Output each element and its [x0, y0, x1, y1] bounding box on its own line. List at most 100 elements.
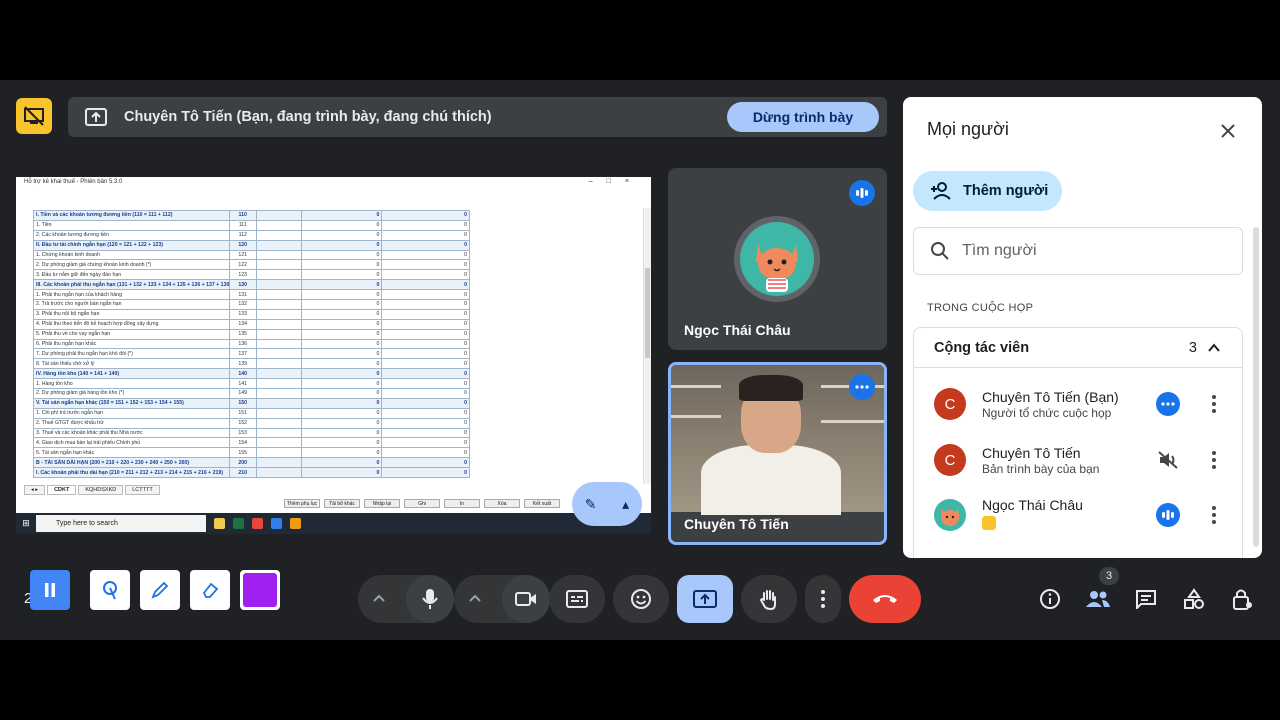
sheet-cell-empty[interactable] [255, 437, 302, 449]
close-icon[interactable] [1216, 119, 1240, 143]
sheet-row[interactable]: I. Các khoản phải thu dài hạn (210 = 211… [33, 467, 470, 479]
sheet-cell-label[interactable]: 5. Phải thu về cho vay ngắn hạn [33, 328, 230, 340]
sheet-cell-v1[interactable]: 0 [300, 239, 383, 251]
sheet-cell-empty[interactable] [255, 447, 302, 459]
sheet-cell-v1[interactable]: 0 [300, 447, 383, 459]
sheet-row[interactable]: 3. Thuế và các khoản khác phải thu Nhà n… [33, 427, 470, 439]
sheet-cell-v1[interactable]: 0 [300, 388, 383, 399]
sheet-cell-empty[interactable] [255, 467, 302, 479]
sheet-cell-v1[interactable]: 0 [300, 318, 383, 330]
sheet-cell-v1[interactable]: 0 [300, 358, 383, 370]
chevron-up-icon[interactable] [372, 592, 386, 606]
sheet-cell-empty[interactable] [255, 229, 302, 241]
sheet-cell-v1[interactable]: 0 [300, 229, 383, 241]
sheet-cell-label[interactable]: 2. Dự phòng giảm giá chứng khoán kinh do… [33, 259, 230, 271]
sheet-cell-v1[interactable]: 0 [300, 289, 383, 301]
sheet-cell-label[interactable]: IV. Hàng tồn kho (140 = 141 + 149) [33, 368, 230, 380]
sheet-cell-empty[interactable] [255, 299, 302, 310]
sheet-cell-label[interactable]: 6. Phải thu ngắn hạn khác [33, 338, 230, 350]
sheet-row[interactable]: 2. Các khoản tương đương tiền 112 0 0 [33, 229, 470, 241]
chrome-app-icon[interactable] [252, 518, 263, 529]
form-button[interactable]: Nhập lại [364, 499, 400, 508]
sheet-tab[interactable]: LCTTTT [125, 485, 160, 495]
sheet-row[interactable]: 1. Chi phí trả trước ngắn hạn 151 0 0 [33, 407, 470, 419]
sheet-cell-label[interactable]: 4. Giao dịch mua bán lại trái phiếu Chín… [33, 437, 230, 449]
sheet-cell-empty[interactable] [255, 358, 302, 370]
annotation-toggle[interactable]: ✎ ▴ [572, 482, 642, 526]
sheet-cell-code[interactable]: 131 [228, 289, 257, 301]
member-row[interactable]: C Chuyên Tô Tiến (Bạn) Người tổ chức cuộ… [914, 379, 1244, 429]
sheet-row[interactable]: 1. Phải thu ngắn hạn của khách hàng 131 0 0 [33, 289, 470, 301]
sheet-row[interactable]: 2. Trả trước cho người bán ngắn hạn 132 0 0 [33, 299, 470, 310]
sheet-cell-code[interactable]: 149 [228, 388, 257, 399]
sheet-cell-empty[interactable] [255, 308, 302, 320]
sheet-cell-code[interactable]: 112 [228, 229, 257, 241]
windows-start-icon[interactable]: ⊞ [16, 518, 36, 529]
chevron-up-icon[interactable] [468, 592, 482, 606]
sheet-cell-code[interactable]: 123 [228, 269, 257, 281]
microphone-button[interactable] [406, 575, 454, 623]
sheet-cell-code[interactable]: 135 [228, 328, 257, 340]
sheet-row[interactable]: II. Đầu tư tài chính ngắn hạn (120 = 121… [33, 239, 470, 251]
color-picker-button[interactable] [240, 570, 280, 610]
sheet-cell-v2[interactable]: 0 [381, 279, 470, 291]
sheet-cell-v2[interactable]: 0 [381, 437, 470, 449]
sheet-cell-label[interactable]: 2. Dự phòng giảm giá hàng tồn kho (*) [33, 388, 230, 399]
host-controls-button[interactable] [1228, 585, 1256, 613]
sheet-cell-v2[interactable]: 0 [381, 299, 470, 310]
sheet-cell-v2[interactable]: 0 [381, 229, 470, 241]
sheet-cell-code[interactable]: 140 [228, 368, 257, 380]
sheet-cell-label[interactable]: II. Đầu tư tài chính ngắn hạn (120 = 121… [33, 239, 230, 251]
participant-tile[interactable]: Ngọc Thái Châu [668, 168, 887, 350]
excel-app-icon[interactable] [233, 518, 244, 529]
sheet-cell-empty[interactable] [255, 378, 302, 390]
sheet-cell-empty[interactable] [255, 269, 302, 281]
people-search[interactable] [913, 227, 1243, 275]
sheet-cell-v2[interactable]: 0 [381, 219, 470, 231]
sheet-cell-v1[interactable]: 0 [300, 259, 383, 271]
sheet-row[interactable]: V. Tài sản ngắn hạn khác (150 = 151 + 15… [33, 397, 470, 409]
sheet-cell-empty[interactable] [255, 289, 302, 301]
sheet-row[interactable]: 2. Thuế GTGT được khấu trừ 152 0 0 [33, 417, 470, 429]
sheet-row[interactable]: 2. Dự phòng giảm giá chứng khoán kinh do… [33, 259, 470, 271]
tax-app-icon[interactable] [290, 518, 301, 529]
sheet-cell-label[interactable]: V. Tài sản ngắn hạn khác (150 = 151 + 15… [33, 397, 230, 409]
sheet-cell-label[interactable]: 1. Tiền [33, 219, 230, 231]
sheet-cell-label[interactable]: B - TÀI SẢN DÀI HẠN (200 = 210 + 220 + 2… [33, 457, 230, 469]
sheet-cell-code[interactable]: 133 [228, 308, 257, 320]
sheet-cell-empty[interactable] [255, 318, 302, 330]
sheet-row[interactable]: 5. Phải thu về cho vay ngắn hạn 135 0 0 [33, 328, 470, 340]
sheet-cell-empty[interactable] [255, 417, 302, 429]
sheet-cell-v2[interactable]: 0 [381, 407, 470, 419]
sheet-nav-arrows-icon[interactable]: ◂ ▸ [24, 485, 46, 495]
sheet-cell-code[interactable]: 210 [228, 467, 257, 479]
sheet-cell-code[interactable]: 154 [228, 437, 257, 449]
sheet-cell-empty[interactable] [255, 259, 302, 271]
sheet-cell-v1[interactable]: 0 [300, 378, 383, 390]
sheet-row[interactable]: III. Các khoản phải thu ngắn hạn (131 + … [33, 279, 470, 291]
form-button[interactable]: Tải bổ khác [324, 499, 360, 508]
sheet-scroll-thumb[interactable] [645, 268, 650, 358]
sheet-cell-code[interactable]: 134 [228, 318, 257, 330]
laser-pointer-button[interactable] [90, 570, 130, 610]
sheet-cell-v2[interactable]: 0 [381, 210, 470, 221]
sheet-cell-empty[interactable] [255, 219, 302, 231]
participant-tile-self[interactable]: Chuyên Tô Tiến [668, 362, 887, 545]
sheet-cell-v2[interactable]: 0 [381, 308, 470, 320]
sheet-cell-empty[interactable] [255, 328, 302, 340]
present-screen-button[interactable] [677, 575, 733, 623]
sheet-row[interactable]: 3. Phải thu nội bộ ngắn hạn 133 0 0 [33, 308, 470, 320]
people-button[interactable] [1084, 585, 1112, 613]
meeting-details-button[interactable] [1036, 585, 1064, 613]
group-header[interactable]: Cộng tác viên 3 [914, 328, 1242, 368]
sheet-tab[interactable]: CDKT [47, 485, 77, 495]
sheet-cell-label[interactable]: 3. Phải thu nội bộ ngắn hạn [33, 308, 230, 320]
sheet-cell-v2[interactable]: 0 [381, 467, 470, 479]
sheet-cell-v2[interactable]: 0 [381, 457, 470, 469]
sheet-cell-v2[interactable]: 0 [381, 318, 470, 330]
sheet-cell-empty[interactable] [255, 210, 302, 221]
sheet-cell-v1[interactable]: 0 [300, 269, 383, 281]
sheet-cell-empty[interactable] [255, 239, 302, 251]
sheet-cell-v2[interactable]: 0 [381, 249, 470, 261]
sheet-cell-v1[interactable]: 0 [300, 210, 383, 221]
